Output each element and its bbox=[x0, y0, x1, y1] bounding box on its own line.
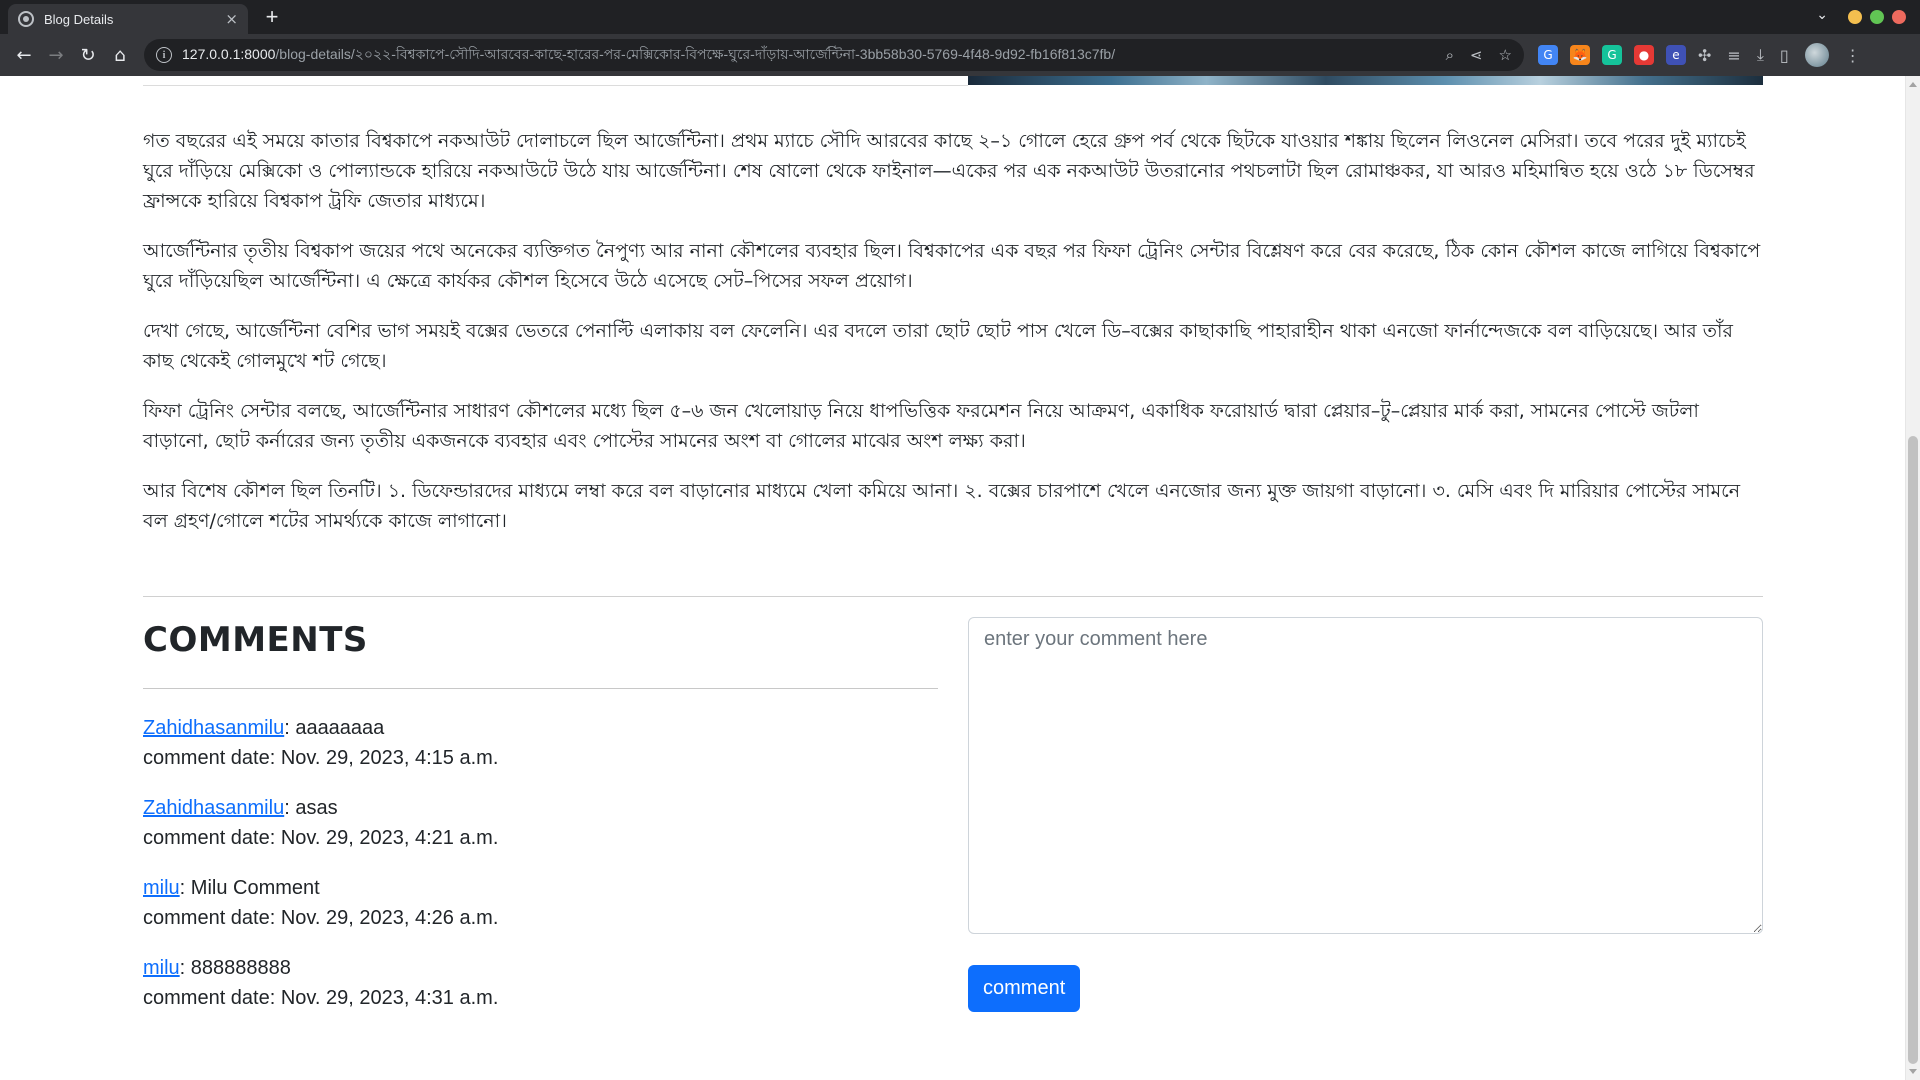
comment-date: Nov. 29, 2023, 4:21 a.m. bbox=[280, 827, 499, 849]
tab-title: Blog Details bbox=[44, 11, 114, 27]
comment-date-label: comment date: bbox=[143, 747, 281, 769]
comment-date-label: comment date: bbox=[143, 987, 281, 1009]
new-tab-button[interactable]: + bbox=[258, 4, 286, 32]
home-icon[interactable]: ⌂ bbox=[104, 39, 136, 71]
page-viewport: গত বছরের এই সময়ে কাতার বিশ্বকাপে নকআউট … bbox=[0, 76, 1905, 1080]
blog-image bbox=[968, 76, 1763, 85]
browser-tab-active[interactable]: Blog Details × bbox=[8, 4, 248, 34]
chevron-down-icon[interactable]: ⌄ bbox=[1816, 7, 1828, 23]
comment-author-link[interactable]: Zahidhasanmilu bbox=[143, 717, 284, 739]
article-paragraph: আর্জেন্টিনার তৃতীয় বিশ্বকাপ জয়ের পথে অ… bbox=[143, 240, 1761, 292]
grammarly-icon[interactable]: G bbox=[1602, 45, 1622, 65]
reading-list-icon[interactable]: ≡ bbox=[1727, 46, 1740, 65]
browser-toolbar: ← → ↻ ⌂ i 127.0.0.1:8000/blog-details/২০… bbox=[0, 34, 1920, 76]
extensions-area: G 🦊 G ● e bbox=[1538, 45, 1686, 65]
article-paragraph: আর বিশেষ কৌশল ছিল তিনটি। ১. ডিফেন্ডারদের… bbox=[143, 480, 1741, 532]
comment-date: Nov. 29, 2023, 4:15 a.m. bbox=[280, 747, 499, 769]
comments-heading: COMMENTS bbox=[143, 620, 368, 660]
divider bbox=[143, 596, 1763, 597]
zoom-icon[interactable]: ⌕ bbox=[1446, 46, 1454, 64]
extension-blue-icon[interactable]: e bbox=[1666, 45, 1686, 65]
side-panel-icon[interactable]: ▯ bbox=[1780, 46, 1789, 65]
url-path: /blog-details/২০২২-বিশ্বকাপে-সৌদি-আরবের-… bbox=[275, 46, 1116, 62]
divider bbox=[143, 85, 968, 86]
comment-item: Zahidhasanmilu: aaaaaaaa comment date: No… bbox=[143, 713, 938, 773]
share-icon[interactable]: ⋖ bbox=[1470, 46, 1483, 64]
scrollbar[interactable] bbox=[1905, 76, 1920, 1080]
divider bbox=[143, 688, 938, 689]
url-text[interactable]: 127.0.0.1:8000/blog-details/২০২২-বিশ্বকা… bbox=[182, 43, 1446, 67]
window-controls bbox=[1848, 10, 1906, 24]
comment-item: milu: 888888888 comment date: Nov. 29, 20… bbox=[143, 953, 938, 1013]
browser-tab-bar: Blog Details × + ⌄ bbox=[0, 0, 1920, 34]
forward-arrow-icon[interactable]: → bbox=[40, 39, 72, 71]
article-paragraph: দেখা গেছে, আর্জেন্টিনা বেশির ভাগ সময়ই ব… bbox=[143, 320, 1733, 372]
avatar[interactable] bbox=[1804, 43, 1829, 67]
comment-submit-button[interactable]: comment bbox=[968, 965, 1081, 1012]
comment-item: Zahidhasanmilu: asas comment date: Nov. 2… bbox=[143, 793, 938, 853]
comment-author-link[interactable]: Zahidhasanmilu bbox=[143, 797, 284, 819]
comment-date-label: comment date: bbox=[143, 907, 281, 929]
blog-article: গত বছরের এই সময়ে কাতার বিশ্বকাপে নকআউট … bbox=[143, 126, 1763, 556]
comment-text: : Milu Comment bbox=[179, 877, 320, 899]
back-arrow-icon[interactable]: ← bbox=[8, 39, 40, 71]
comment-form: comment bbox=[968, 617, 1763, 1012]
url-host: 127.0.0.1:8000 bbox=[182, 46, 276, 62]
adblock-icon[interactable]: ● bbox=[1634, 45, 1654, 65]
comment-author-link[interactable]: milu bbox=[143, 957, 180, 979]
globe-icon bbox=[18, 11, 34, 27]
scrollbar-thumb[interactable] bbox=[1908, 436, 1918, 1064]
scroll-down-icon[interactable] bbox=[1909, 1069, 1917, 1074]
minimize-button[interactable] bbox=[1848, 10, 1862, 24]
comment-date: Nov. 29, 2023, 4:31 a.m. bbox=[280, 987, 499, 1009]
puzzle-icon[interactable]: ✣ bbox=[1698, 46, 1711, 65]
comment-author-link[interactable]: milu bbox=[143, 877, 180, 899]
maximize-button[interactable] bbox=[1870, 10, 1884, 24]
article-paragraph: ফিফা ট্রেনিং সেন্টার বলছে, আর্জেন্টিনার … bbox=[143, 400, 1699, 452]
translate-icon[interactable]: G bbox=[1538, 45, 1558, 65]
address-bar[interactable]: i 127.0.0.1:8000/blog-details/২০২২-বিশ্ব… bbox=[144, 39, 1524, 71]
star-icon[interactable]: ☆ bbox=[1499, 46, 1512, 64]
comment-list: Zahidhasanmilu: aaaaaaaa comment date: No… bbox=[143, 713, 938, 1013]
comment-text: : aaaaaaaa bbox=[284, 717, 385, 739]
close-window-button[interactable] bbox=[1892, 10, 1906, 24]
comment-date: Nov. 29, 2023, 4:26 a.m. bbox=[280, 907, 499, 929]
comment-text: : 888888888 bbox=[179, 957, 291, 979]
comment-date-label: comment date: bbox=[143, 827, 281, 849]
menu-dots-icon[interactable]: ⋮ bbox=[1845, 46, 1861, 65]
comments-section: COMMENTS Zahidhasanmilu: aaaaaaaa comment… bbox=[143, 616, 938, 1033]
close-icon[interactable]: × bbox=[225, 10, 238, 28]
comment-textarea[interactable] bbox=[968, 617, 1763, 934]
info-icon[interactable]: i bbox=[156, 47, 172, 63]
article-paragraph: গত বছরের এই সময়ে কাতার বিশ্বকাপে নকআউট … bbox=[143, 130, 1755, 212]
scroll-up-icon[interactable] bbox=[1909, 82, 1917, 87]
download-icon[interactable]: ⤓ bbox=[1757, 45, 1764, 65]
comment-text: : asas bbox=[284, 797, 338, 819]
comment-item: milu: Milu Comment comment date: Nov. 29,… bbox=[143, 873, 938, 933]
metamask-icon[interactable]: 🦊 bbox=[1570, 45, 1590, 65]
reload-icon[interactable]: ↻ bbox=[72, 39, 104, 71]
